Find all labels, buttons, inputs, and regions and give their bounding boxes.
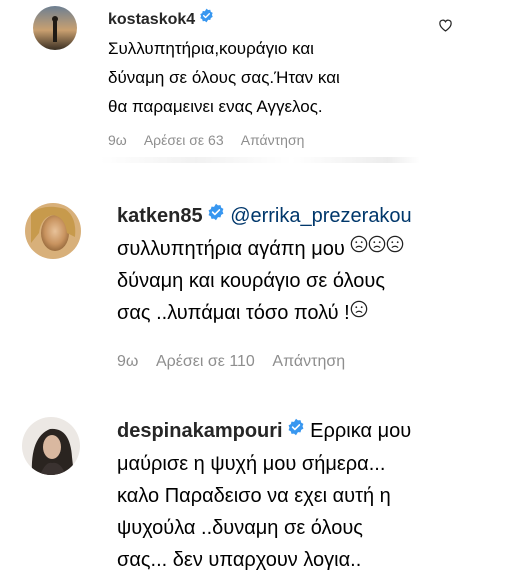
sad-face-emoji-icon <box>386 231 404 263</box>
comment-meta: 9ω Αρέσει σε 110 Απάντηση <box>117 353 359 371</box>
heart-outline-icon[interactable] <box>438 18 453 37</box>
mention-link[interactable]: @errika_prezerakou <box>230 205 412 227</box>
comment-username[interactable]: kostaskok4 <box>108 11 195 28</box>
comment-item: katken85 @errika_prezerakou συλλυπητήρια… <box>0 190 509 390</box>
comment-text-line: δύναμη και κουράγιο σε όλους <box>117 270 385 293</box>
comment-text-line: ψυχούλα ..δυναμη σε όλους <box>117 516 363 539</box>
comment-body: despinakampouri Ερρικα μου μαύρισε η ψυχ… <box>117 415 502 576</box>
comment-text-line: συλλυπητήρια αγάπη μου <box>117 237 345 260</box>
reply-button[interactable]: Απάντηση <box>272 353 345 370</box>
comment-meta: 9ω Αρέσει σε 63 Απάντηση <box>108 132 318 148</box>
comment-text-line: σας ..λυπάμαι τόσο πολύ ! <box>117 302 350 325</box>
sad-face-emoji-icon <box>350 231 368 263</box>
comment-item: kostaskok4 Συλλυπητήρια,κουράγιο και δύν… <box>0 0 509 165</box>
verified-badge-icon <box>207 199 225 231</box>
sad-face-emoji-icon <box>350 296 368 328</box>
comment-time: 9ω <box>108 132 127 148</box>
comment-text-line: σας... δεν υπαρχουν λογια.. <box>117 548 362 571</box>
avatar[interactable] <box>22 417 80 475</box>
comment-body: kostaskok4 Συλλυπητήρια,κουράγιο και δύν… <box>108 4 458 121</box>
comment-text-line: Συλλυπητήρια,κουράγιο και <box>108 39 314 59</box>
comment-text-line: Ερρικα μου <box>310 420 412 442</box>
comment-username[interactable]: katken85 <box>117 205 203 227</box>
comment-username[interactable]: despinakampouri <box>117 420 283 442</box>
comment-text-line: δύναμη σε όλους σας.Ήταν και <box>108 68 340 88</box>
avatar[interactable] <box>33 6 77 50</box>
comment-likes[interactable]: Αρέσει σε 110 <box>156 353 255 370</box>
comment-text-line: μαύρισε η ψυχή μου σήμερα... <box>117 452 386 475</box>
comment-body: katken85 @errika_prezerakou συλλυπητήρια… <box>117 200 497 330</box>
comment-time: 9ω <box>117 353 139 370</box>
reply-button[interactable]: Απάντηση <box>241 132 305 148</box>
divider <box>100 157 420 163</box>
verified-badge-icon <box>199 3 214 32</box>
comment-text-line: καλο Παραδεισο να εχει αυτή η <box>117 484 391 507</box>
comment-text-line: θα παραμεινει ενας Αγγελος. <box>108 97 323 117</box>
verified-badge-icon <box>287 414 305 446</box>
comment-likes[interactable]: Αρέσει σε 63 <box>144 132 224 148</box>
sad-face-emoji-icon <box>368 231 386 263</box>
comment-item: despinakampouri Ερρικα μου μαύρισε η ψυχ… <box>0 405 509 585</box>
avatar[interactable] <box>25 203 81 259</box>
